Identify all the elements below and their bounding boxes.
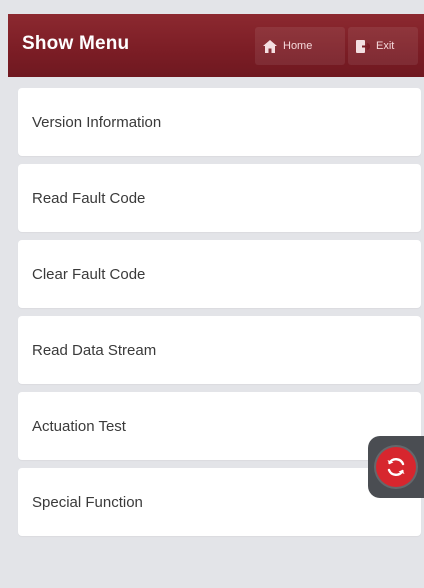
exit-icon xyxy=(356,39,370,53)
floating-action-button[interactable] xyxy=(368,436,424,498)
exit-button[interactable]: Exit xyxy=(348,27,418,65)
menu-item-label: Read Fault Code xyxy=(32,189,146,207)
home-label: Home xyxy=(283,40,313,52)
home-icon xyxy=(263,39,277,53)
menu-item-actuation-test[interactable]: Actuation Test xyxy=(18,392,421,460)
menu-item-clear-fault-code[interactable]: Clear Fault Code xyxy=(18,240,421,308)
refresh-icon xyxy=(376,447,416,487)
menu-item-read-data-stream[interactable]: Read Data Stream xyxy=(18,316,421,384)
menu-item-label: Special Function xyxy=(32,493,143,511)
home-button[interactable]: Home xyxy=(255,27,345,65)
menu-item-label: Read Data Stream xyxy=(32,341,157,359)
menu-item-label: Version Information xyxy=(32,113,162,131)
menu-item-read-fault-code[interactable]: Read Fault Code xyxy=(18,164,421,232)
exit-label: Exit xyxy=(376,40,395,52)
app-header: Show Menu Home Exit xyxy=(8,14,424,77)
menu-item-version-information[interactable]: Version Information xyxy=(18,88,421,156)
function-menu-list: Version Information Read Fault Code Clea… xyxy=(18,88,421,544)
menu-item-label: Actuation Test xyxy=(32,417,126,435)
menu-item-special-function[interactable]: Special Function xyxy=(18,468,421,536)
menu-item-label: Clear Fault Code xyxy=(32,265,146,283)
page-title: Show Menu xyxy=(22,33,130,54)
